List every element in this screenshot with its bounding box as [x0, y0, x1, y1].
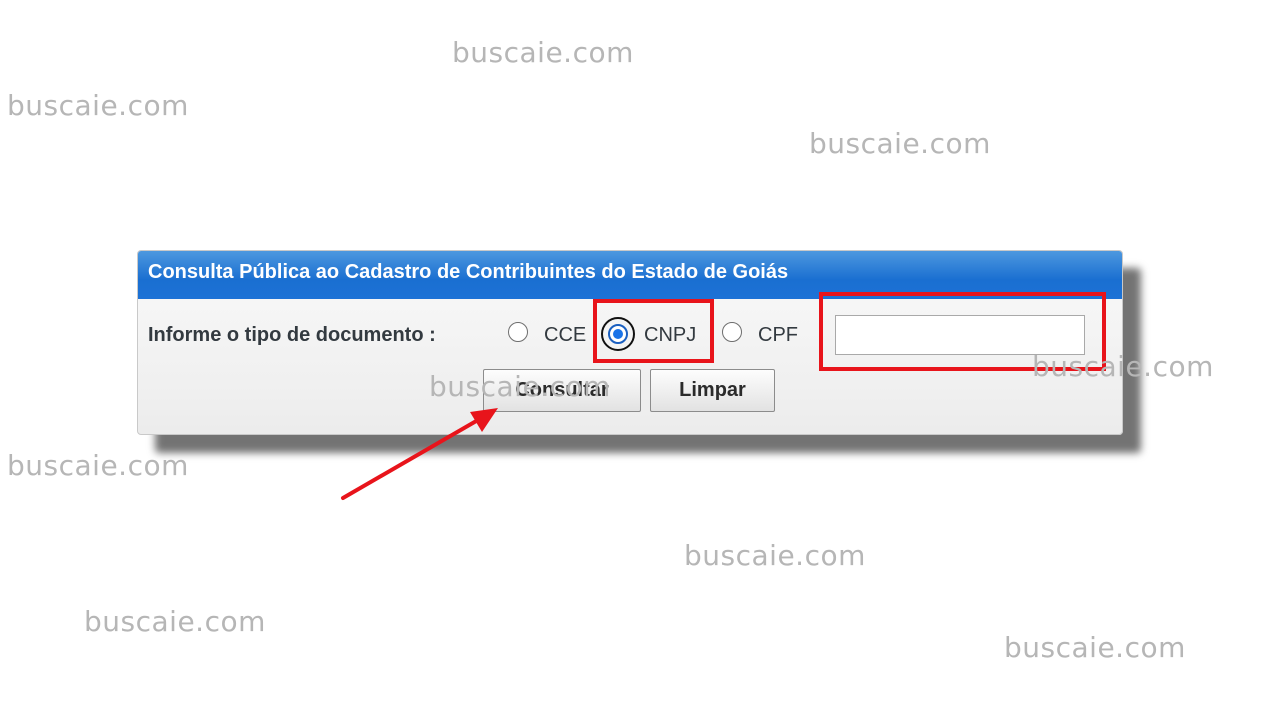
watermark-text: buscaie.com	[684, 539, 866, 572]
watermark-text: buscaie.com	[84, 605, 266, 638]
watermark-text: buscaie.com	[452, 36, 634, 69]
watermark-text: buscaie.com	[1032, 350, 1214, 383]
radio-cce-label[interactable]: CCE	[544, 324, 586, 347]
radio-cpf-label[interactable]: CPF	[758, 324, 798, 347]
watermark-text: buscaie.com	[809, 127, 991, 160]
limpar-button[interactable]: Limpar	[650, 369, 775, 412]
radio-cpf[interactable]	[722, 322, 742, 342]
watermark-text: buscaie.com	[7, 89, 189, 122]
watermark-text: buscaie.com	[429, 370, 611, 403]
watermark-text: buscaie.com	[1004, 631, 1186, 664]
watermark-text: buscaie.com	[7, 449, 189, 482]
radio-cce[interactable]	[508, 322, 528, 342]
cnpj-highlight-box	[593, 299, 714, 363]
document-type-label: Informe o tipo de documento :	[148, 324, 436, 346]
